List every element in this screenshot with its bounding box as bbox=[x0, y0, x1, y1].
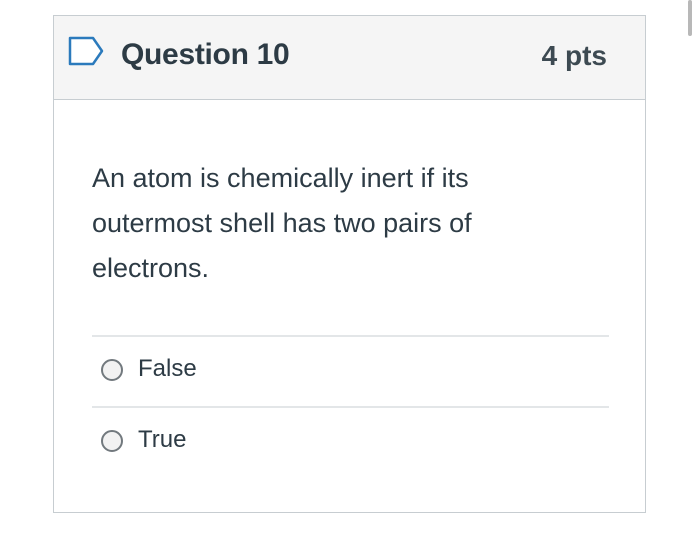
answer-option-true[interactable]: True bbox=[92, 408, 609, 477]
radio-button[interactable] bbox=[101, 359, 123, 381]
question-header: Question 10 4 pts bbox=[54, 16, 645, 100]
answer-label[interactable]: False bbox=[138, 355, 197, 383]
scrollbar[interactable] bbox=[688, 0, 692, 36]
answer-list: False True bbox=[92, 335, 609, 477]
answer-option-false[interactable]: False bbox=[92, 337, 609, 406]
question-points: 4 pts bbox=[541, 40, 607, 71]
question-title: Question 10 bbox=[121, 38, 290, 71]
answer-label[interactable]: True bbox=[138, 426, 186, 454]
quiz-page: Question 10 4 pts An atom is chemically … bbox=[0, 0, 700, 542]
flag-question-icon[interactable] bbox=[68, 36, 104, 66]
radio-button[interactable] bbox=[101, 430, 123, 452]
question-card: Question 10 4 pts An atom is chemically … bbox=[53, 15, 646, 513]
question-text: An atom is chemically inert if its outer… bbox=[92, 163, 472, 283]
